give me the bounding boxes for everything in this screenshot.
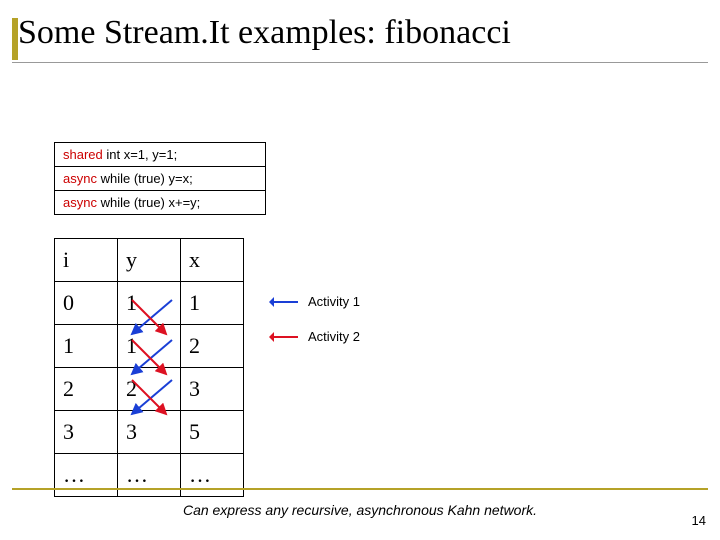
legend-item-activity1: Activity 1 xyxy=(270,294,360,309)
code-line-1: shared int x=1, y=1; xyxy=(55,143,265,167)
code-box: shared int x=1, y=1; async while (true) … xyxy=(54,142,266,215)
arrow-icon xyxy=(270,336,298,338)
table-row: 1 1 2 xyxy=(55,325,244,368)
keyword-shared: shared xyxy=(63,147,103,162)
th-x: x xyxy=(181,239,244,282)
table-row: 0 1 1 xyxy=(55,282,244,325)
slide-caption: Can express any recursive, asynchronous … xyxy=(0,502,720,518)
legend-item-activity2: Activity 2 xyxy=(270,329,360,344)
code-line-2-rest: while (true) y=x; xyxy=(97,171,193,186)
slide-title: Some Stream.It examples: fibonacci xyxy=(18,14,511,52)
keyword-async: async xyxy=(63,195,97,210)
table-row: … … … xyxy=(55,454,244,497)
code-line-3-rest: while (true) x+=y; xyxy=(97,195,200,210)
bottom-rule xyxy=(12,488,708,490)
legend-label: Activity 1 xyxy=(308,294,360,309)
trace-table: i y x 0 1 1 1 1 2 2 2 3 3 3 5 … … … xyxy=(54,238,244,497)
code-line-3: async while (true) x+=y; xyxy=(55,191,265,214)
legend-label: Activity 2 xyxy=(308,329,360,344)
title-rule xyxy=(12,62,708,63)
table-header-row: i y x xyxy=(55,239,244,282)
keyword-async: async xyxy=(63,171,97,186)
code-line-1-rest: int x=1, y=1; xyxy=(103,147,177,162)
arrow-icon xyxy=(270,301,298,303)
legend: Activity 1 Activity 2 xyxy=(270,294,360,364)
code-line-2: async while (true) y=x; xyxy=(55,167,265,191)
table-row: 2 2 3 xyxy=(55,368,244,411)
th-i: i xyxy=(55,239,118,282)
th-y: y xyxy=(118,239,181,282)
page-number: 14 xyxy=(692,513,706,528)
table-row: 3 3 5 xyxy=(55,411,244,454)
